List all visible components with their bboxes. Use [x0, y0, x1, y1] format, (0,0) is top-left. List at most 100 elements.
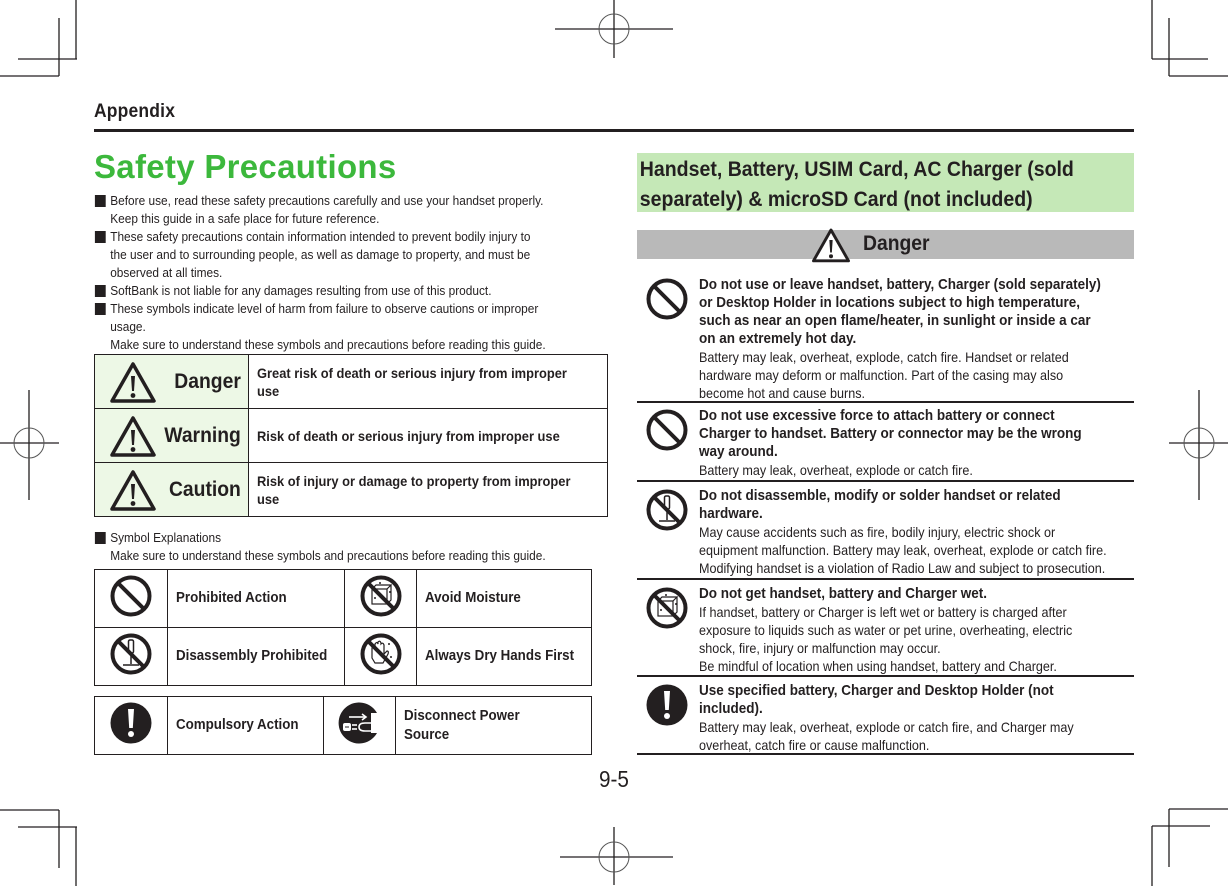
precaution-item: Do not get handset, battery and Charger … [637, 577, 1134, 674]
precaution-body: Battery may leak, overheat, explode or c… [699, 462, 973, 478]
compulsory-action-icon [110, 702, 152, 744]
precaution-body: shock, fire, injury or malfunction may o… [699, 640, 941, 656]
symbol-label-text: Disassembly Prohibited [176, 648, 328, 664]
precaution-item: Use specified battery, Charger and Deskt… [637, 674, 1134, 754]
precaution-body: equipment malfunction. Battery may leak,… [699, 542, 1107, 558]
level-cell: Caution [93, 462, 250, 517]
bullet-square-icon [94, 532, 106, 544]
level-name: Caution [168, 477, 241, 501]
section-header: Handset, Battery, USIM Card, AC Charger … [637, 153, 1134, 212]
bullet-line: Keep this guide in a safe place for futu… [110, 211, 380, 226]
warning-triangle-icon [110, 469, 156, 511]
level-name: Danger [174, 369, 241, 393]
precaution-heading: Do not disassemble, modify or solder han… [699, 487, 1061, 504]
level-name: Warning [164, 423, 241, 447]
precaution-text: Do not use excessive force to attach bat… [699, 407, 1131, 479]
precaution-text: Use specified battery, Charger and Deskt… [699, 682, 1131, 754]
intro-bullet: These safety precautions contain informa… [94, 228, 610, 282]
section-header-line: Handset, Battery, USIM Card, AC Charger … [639, 158, 1074, 181]
symbols-table: Prohibited Action Avoid Moisture Disasse… [94, 569, 592, 686]
precaution-item: Do not use excessive force to attach bat… [637, 399, 1134, 479]
table-row: Prohibited Action Avoid Moisture [94, 569, 592, 628]
intro-bullets: Before use, read these safety precaution… [94, 192, 594, 354]
symbol-icon-cell [94, 696, 168, 755]
precaution-heading: Do not get handset, battery and Charger … [699, 585, 988, 602]
bullet-line: the user and to surrounding people, as w… [110, 247, 531, 262]
danger-label: Danger [863, 232, 930, 255]
symbol-note-text: Make sure to understand these symbols an… [110, 548, 546, 563]
bullet-line: These symbols indicate level of harm fro… [110, 301, 539, 316]
avoid-moisture-icon [646, 587, 688, 629]
symbol-explanations-note: Symbol Explanations Make sure to underst… [94, 529, 667, 565]
warning-triangle-icon [110, 361, 156, 403]
page-title: Safety Precautions [94, 148, 397, 185]
bullet-square-icon [94, 231, 106, 243]
precaution-body: If handset, battery or Charger is left w… [699, 604, 1067, 620]
avoid-moisture-icon [360, 575, 402, 617]
precaution-heading: Do not use excessive force to attach bat… [699, 407, 1055, 424]
precaution-item: Do not use or leave handset, battery, Ch… [637, 268, 1134, 401]
table-row: Caution Risk of injury or damage to prop… [93, 462, 609, 517]
precaution-heading: Charger to handset. Battery or connector… [699, 425, 1082, 442]
compulsory-action-icon [646, 684, 688, 726]
precaution-text: Do not use or leave handset, battery, Ch… [699, 276, 1131, 402]
precaution-item: Do not disassemble, modify or solder han… [637, 479, 1134, 577]
header-divider [94, 129, 1134, 132]
symbol-label-text: Avoid Moisture [425, 590, 522, 606]
level-cell: Warning [93, 408, 250, 463]
disconnect-power-icon [338, 702, 378, 744]
bullet-line: observed at all times. [110, 265, 223, 280]
table-row: Disassembly Prohibited Always Dry Hands … [94, 627, 592, 686]
bullet-line: SoftBank is not liable for any damages r… [110, 283, 492, 298]
symbol-label: Disconnect Power Source [394, 696, 593, 755]
precaution-body: May cause accidents such as fire, bodily… [699, 524, 1056, 540]
section-label: Appendix [94, 101, 176, 122]
symbol-label: Avoid Moisture [416, 569, 592, 628]
bullet-line: Before use, read these safety precaution… [110, 193, 544, 208]
precaution-heading: hardware. [699, 505, 763, 522]
intro-bullet: Symbol Explanations Make sure to underst… [94, 529, 610, 565]
intro-bullet: SoftBank is not liable for any damages r… [94, 282, 610, 300]
bullet-line: Make sure to understand these symbols an… [110, 337, 546, 352]
symbol-label-text: Compulsory Action [176, 717, 299, 733]
level-description-text: Risk of death or serious injury from imp… [257, 427, 560, 444]
table-row: Compulsory Action Disconnect Power Sourc… [94, 696, 593, 755]
table-row: Warning Risk of death or serious injury … [93, 408, 609, 463]
symbol-icon-cell [322, 696, 396, 755]
symbols-table-2: Compulsory Action Disconnect Power Sourc… [94, 696, 593, 755]
symbol-label: Compulsory Action [167, 696, 324, 755]
intro-bullet: Before use, read these safety precaution… [94, 192, 610, 228]
precaution-text: Do not get handset, battery and Charger … [699, 585, 1131, 675]
level-description: Great risk of death or serious injury fr… [248, 354, 609, 409]
item-divider [637, 753, 1134, 755]
symbol-icon-cell [94, 569, 168, 628]
precaution-body: Battery may leak, overheat, explode, cat… [699, 349, 1069, 365]
symbol-label-text: Always Dry Hands First [425, 648, 575, 664]
bullet-square-icon [94, 285, 106, 297]
symbol-label-text: Prohibited Action [176, 590, 287, 606]
warning-triangle-icon [110, 415, 156, 457]
prohibited-icon [646, 278, 688, 320]
level-description-text: Risk of injury or damage to property fro… [257, 472, 571, 507]
dry-hands-icon [360, 633, 402, 675]
symbol-label-text: Disconnect Power Source [403, 707, 520, 743]
hazard-levels-table: Danger Great risk of death or serious in… [93, 354, 609, 517]
bullet-square-icon [94, 195, 106, 207]
page-number: 9-5 [599, 766, 629, 792]
disassembly-prohibited-icon [110, 633, 152, 675]
precaution-heading: such as near an open flame/heater, in su… [699, 312, 1091, 329]
precaution-body: overheat, catch fire or cause malfunctio… [699, 737, 930, 753]
prohibited-icon [110, 575, 152, 617]
precaution-heading: included). [699, 700, 763, 717]
warning-triangle-icon [812, 228, 850, 263]
symbol-label: Disassembly Prohibited [166, 627, 346, 686]
precaution-body: exposure to liquids such as water or pet… [699, 622, 1073, 638]
symbol-note-title: Symbol Explanations [110, 530, 222, 545]
precaution-body: hardware may deform or malfunction. Part… [699, 367, 1064, 383]
level-description-text: Great risk of death or serious injury fr… [257, 364, 568, 399]
intro-bullet: These symbols indicate level of harm fro… [94, 300, 610, 354]
precaution-text: Do not disassemble, modify or solder han… [699, 487, 1131, 577]
level-description: Risk of death or serious injury from imp… [248, 408, 609, 463]
level-description: Risk of injury or damage to property fro… [248, 462, 609, 517]
bullet-square-icon [94, 303, 106, 315]
